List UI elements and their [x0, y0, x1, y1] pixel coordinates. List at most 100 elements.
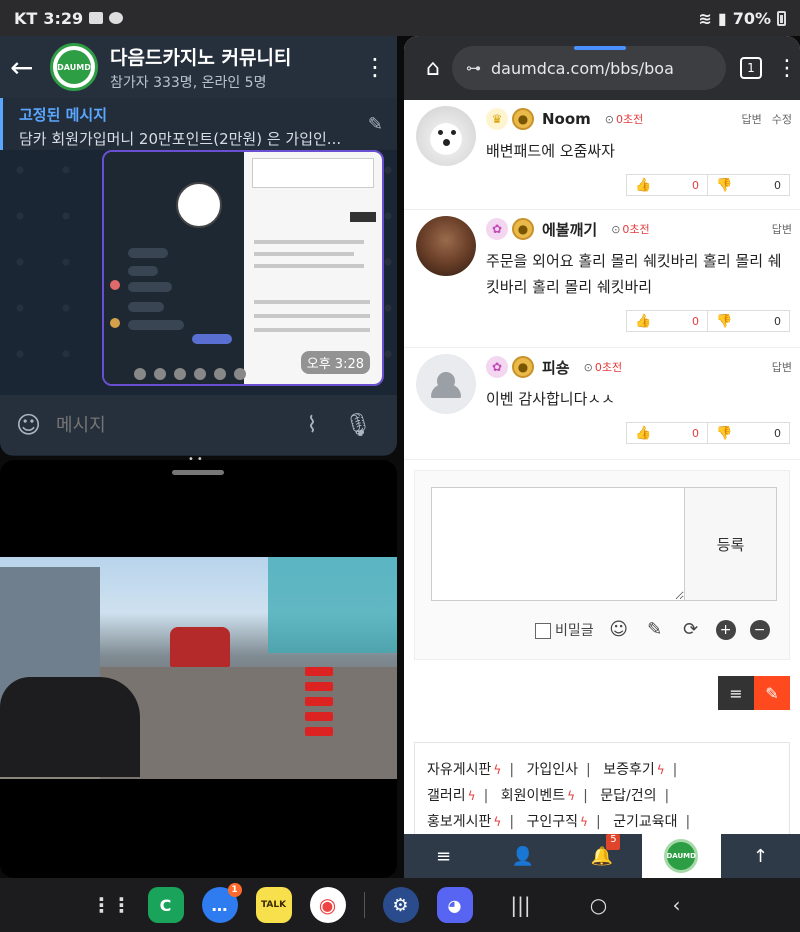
pinned-message-bar[interactable]: 고정된 메시지 담카 회원가입머니 20만포인트(2만원) 은 가입인... ✎	[0, 98, 397, 150]
group-avatar[interactable]: DAUMD	[50, 43, 98, 91]
wifi-icon: ≋	[698, 8, 712, 28]
dislike-button[interactable]: 👎 0	[708, 174, 790, 196]
reply-link[interactable]: 답변	[772, 359, 792, 375]
comment-actions: 답변	[772, 221, 792, 237]
menu-icon[interactable]: ≡	[404, 834, 483, 878]
comment-time-text: 0초전	[616, 113, 644, 126]
thumbs-down-icon: 👎	[716, 177, 733, 193]
comment-list: ♛ ● Noom ⊙ 0초전 답변 수정 배변패드에 오줌싸자 👍 0 👎 0 ✿ ●	[404, 100, 800, 460]
like-button[interactable]: 👍 0	[626, 422, 708, 444]
comment-time-text: 0초전	[594, 361, 623, 374]
refresh-icon[interactable]: ⟳	[680, 619, 702, 640]
settings-app-icon[interactable]: ⚙	[382, 887, 419, 923]
site-logo-button[interactable]: DAUMD	[641, 834, 721, 878]
user-icon[interactable]: 👤	[483, 834, 562, 878]
coin-badge-icon: ●	[512, 218, 534, 240]
user-avatar[interactable]	[416, 106, 476, 166]
board-link[interactable]: 보증후기 ϟ	[603, 762, 664, 778]
comment-author[interactable]: 에볼깨기	[542, 219, 597, 240]
board-link[interactable]: 회원이벤트 ϟ	[501, 788, 575, 804]
board-link[interactable]: 군기교육대	[613, 814, 677, 830]
discord-app-icon[interactable]: ◕	[436, 887, 473, 923]
write-button[interactable]: ✎	[754, 676, 790, 710]
dislike-button[interactable]: 👎 0	[708, 310, 790, 332]
more-vert-icon[interactable]: ⋮	[363, 53, 387, 81]
home-icon[interactable]: ⌂	[414, 56, 452, 81]
reply-textarea[interactable]	[431, 487, 685, 601]
board-link[interactable]: 자유게시판 ϟ	[427, 762, 501, 778]
mini-avatar	[110, 318, 120, 328]
board-link[interactable]: 홍보게시판 ϟ	[427, 814, 501, 830]
kakaotalk-app-icon[interactable]: TALK	[255, 887, 292, 923]
user-avatar[interactable]	[416, 354, 476, 414]
ghost-sticker	[176, 182, 222, 228]
flower-level-icon: ✿	[486, 356, 508, 378]
comment-item: ✿ ● 피숑 ⊙ 0초전 답변 이벤 감사합니다ㅅㅅ 👍 0 👎 0	[404, 348, 800, 460]
pin-list-icon[interactable]: ✎	[368, 114, 383, 135]
comment-author[interactable]: Noom	[542, 110, 591, 128]
emoticon-icon[interactable]: ☺	[608, 619, 630, 640]
comment-actions: 답변	[772, 359, 792, 375]
board-link[interactable]: 구인구직 ϟ	[527, 814, 588, 830]
back-button[interactable]: ‹	[647, 893, 707, 917]
dislike-count: 0	[774, 178, 781, 192]
tab-switcher-button[interactable]: 1	[740, 57, 762, 79]
mini-bubble	[128, 282, 172, 292]
dislike-count: 0	[774, 314, 781, 328]
window-drag-handle[interactable]	[574, 46, 626, 50]
plus-circle-icon[interactable]: +	[715, 619, 736, 640]
reply-link[interactable]: 답변	[772, 221, 792, 237]
comment-time: ⊙ 0초전	[605, 111, 643, 127]
mini-bubble	[192, 334, 232, 344]
chat-title-area[interactable]: 다음드카지노 커뮤니티 참가자 333명, 온라인 5명	[110, 43, 363, 92]
reply-tools: 비밀글 ☺ ✎ ⟳ + −	[535, 619, 770, 640]
scroll-top-arrow-icon[interactable]: ↑	[721, 834, 800, 878]
dislike-button[interactable]: 👎 0	[708, 422, 790, 444]
edit-link[interactable]: 수정	[772, 111, 792, 127]
more-vert-icon[interactable]: ⋮	[776, 56, 798, 81]
secret-checkbox[interactable]	[535, 622, 551, 639]
thumbs-down-icon: 👎	[716, 313, 733, 329]
user-avatar[interactable]	[416, 216, 476, 276]
crown-level-icon: ♛	[486, 108, 508, 130]
submit-button[interactable]: 등록	[685, 487, 777, 601]
site-logo: DAUMD	[664, 839, 699, 873]
screenshot-message[interactable]: 오후 3:28	[102, 150, 384, 386]
board-link[interactable]: 가입인사	[527, 762, 579, 778]
list-button[interactable]: ≡	[718, 676, 754, 710]
clock: 3:29	[43, 8, 84, 28]
address-bar[interactable]: ⊶ daumdca.com/bbs/boa	[452, 46, 726, 90]
coin-badge-icon: ●	[512, 108, 534, 130]
video-frame[interactable]	[0, 557, 397, 779]
reply-link[interactable]: 답변	[742, 111, 762, 127]
phone-app-icon[interactable]: C	[147, 887, 184, 923]
notification-bell[interactable]: 🔔 5	[562, 834, 641, 878]
chrome-app-icon[interactable]: ◉	[309, 887, 346, 923]
board-link[interactable]: 갤러리 ϟ	[427, 788, 476, 804]
board-link-label: 문답/건의	[600, 788, 657, 804]
attach-icon[interactable]: ⌇	[289, 413, 335, 438]
window-drag-handle[interactable]	[172, 470, 224, 475]
secret-option[interactable]: 비밀글	[535, 620, 594, 640]
like-button[interactable]: 👍 0	[626, 174, 708, 196]
lightning-icon: ϟ	[467, 789, 476, 803]
video-window[interactable]	[0, 460, 397, 878]
messages-app-icon[interactable]: … 1	[201, 883, 242, 923]
battery-icon	[777, 10, 786, 26]
emoji-icon[interactable]: ☺	[16, 411, 56, 439]
recent-apps-button[interactable]: |||	[491, 893, 551, 917]
app-drawer-icon[interactable]: ⋮⋮	[92, 887, 132, 923]
board-link[interactable]: 문답/건의	[600, 788, 656, 804]
back-arrow-icon[interactable]: ←	[10, 51, 50, 84]
microphone-icon[interactable]: 🎙	[335, 413, 381, 438]
site-settings-icon[interactable]: ⊶	[466, 59, 481, 77]
minus-circle-icon[interactable]: −	[749, 619, 770, 640]
home-button[interactable]: ○	[569, 893, 629, 917]
message-input[interactable]	[56, 414, 289, 436]
flower-level-icon: ✿	[486, 218, 508, 240]
board-link-label: 자유게시판	[427, 762, 492, 778]
pencil-icon[interactable]: ✎	[644, 619, 666, 640]
like-button[interactable]: 👍 0	[626, 310, 708, 332]
comment-author[interactable]: 피숑	[542, 357, 570, 378]
comment-text: 배변패드에 오줌싸자	[486, 142, 615, 160]
